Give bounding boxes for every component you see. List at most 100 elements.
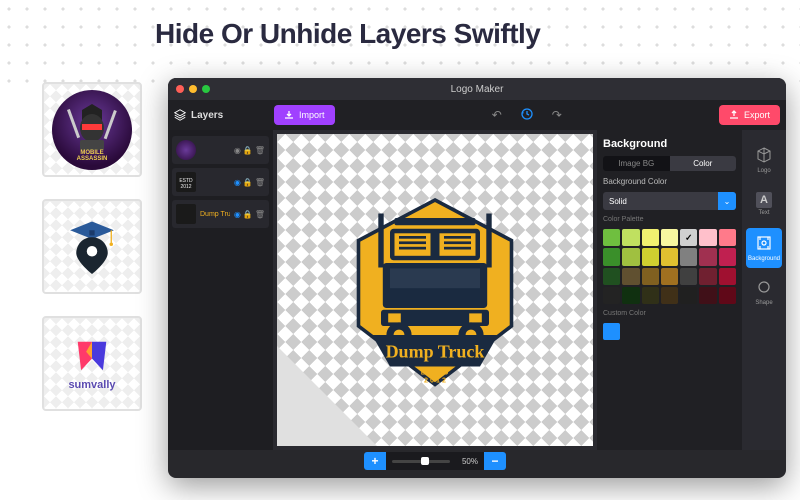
color-swatch[interactable] <box>719 268 736 285</box>
color-palette-grid <box>603 229 736 304</box>
thumb-sumvally: sumvally <box>42 316 142 411</box>
visibility-toggle-icon[interactable]: ◉ <box>234 146 241 155</box>
window-title: Logo Maker <box>451 84 504 95</box>
canvas-area[interactable]: Dump Truck E S T D 2 0 1 2 <box>273 130 597 450</box>
layers-icon <box>174 109 186 121</box>
lock-icon[interactable]: 🔒 <box>243 146 253 155</box>
undo-button[interactable]: ↶ <box>492 108 502 122</box>
layers-panel-title: Layers <box>191 110 223 121</box>
color-swatch[interactable] <box>642 287 659 304</box>
color-swatch[interactable] <box>680 248 697 265</box>
image-icon <box>756 235 772 254</box>
redo-button[interactable]: ↷ <box>552 108 562 122</box>
rtab-shape[interactable]: Shape <box>746 272 782 312</box>
canvas-fold-corner <box>277 346 377 446</box>
zoom-out-button[interactable]: − <box>484 452 506 470</box>
layer-item[interactable]: Dump Truck ◉ 🔒 🗑 <box>172 200 269 228</box>
rtab-text[interactable]: A Text <box>746 184 782 224</box>
canvas[interactable]: Dump Truck E S T D 2 0 1 2 <box>277 134 593 446</box>
import-icon <box>284 110 294 120</box>
background-panel: Background Image BG Color Background Col… <box>597 130 742 450</box>
color-swatch[interactable] <box>642 229 659 246</box>
import-label: Import <box>299 110 325 120</box>
color-swatch[interactable] <box>680 229 697 246</box>
hero-title: Hide Or Unhide Layers Swiftly <box>155 18 540 50</box>
rtab-background[interactable]: Background <box>746 228 782 268</box>
color-swatch[interactable] <box>719 287 736 304</box>
zoom-slider-thumb[interactable] <box>421 457 429 465</box>
color-swatch[interactable] <box>699 287 716 304</box>
export-label: Export <box>744 110 770 120</box>
rtab-label: Text <box>758 210 769 216</box>
color-swatch[interactable] <box>661 229 678 246</box>
color-swatch[interactable] <box>603 268 620 285</box>
color-swatch[interactable] <box>622 287 639 304</box>
thumb-assassin: MOBILEASSASSIN <box>42 82 142 177</box>
cube-icon <box>756 147 772 166</box>
fill-type-select[interactable]: Solid ⌄ <box>603 192 736 210</box>
delete-icon[interactable]: 🗑 <box>255 178 265 187</box>
text-icon: A <box>756 192 772 208</box>
chevron-down-icon: ⌄ <box>718 192 736 210</box>
layer-item[interactable]: ESTD2012 ◉ 🔒 🗑 <box>172 168 269 196</box>
color-swatch[interactable] <box>603 248 620 265</box>
panel-title: Background <box>603 138 736 150</box>
color-swatch[interactable] <box>622 229 639 246</box>
svg-text:2 0 1 2: 2 0 1 2 <box>424 376 446 385</box>
color-swatch[interactable] <box>622 248 639 265</box>
rtab-label: Logo <box>757 168 770 174</box>
delete-icon[interactable]: 🗑 <box>255 210 265 219</box>
lock-icon[interactable]: 🔒 <box>243 178 253 187</box>
thumb-sumvally-label: sumvally <box>68 379 115 391</box>
delete-icon[interactable]: 🗑 <box>255 146 265 155</box>
color-swatch[interactable] <box>642 248 659 265</box>
color-swatch[interactable] <box>661 268 678 285</box>
fill-type-value: Solid <box>609 197 627 206</box>
lock-icon[interactable]: 🔒 <box>243 210 253 219</box>
import-button[interactable]: Import <box>274 105 335 125</box>
color-swatch[interactable] <box>719 248 736 265</box>
color-swatch[interactable] <box>699 268 716 285</box>
rtab-label: Shape <box>755 300 772 306</box>
layer-item[interactable]: ◉ 🔒 🗑 <box>172 136 269 164</box>
custom-color-swatch[interactable] <box>603 323 620 340</box>
color-swatch[interactable] <box>661 287 678 304</box>
export-button[interactable]: Export <box>719 105 780 125</box>
thumb-assassin-line2: ASSASSIN <box>77 156 108 162</box>
rtab-label: Background <box>748 256 780 262</box>
visibility-toggle-icon[interactable]: ◉ <box>234 178 241 187</box>
zoom-slider[interactable] <box>386 452 456 470</box>
color-swatch[interactable] <box>661 248 678 265</box>
color-swatch[interactable] <box>699 229 716 246</box>
layers-panel-header: Layers <box>174 109 264 121</box>
visibility-toggle-icon[interactable]: ◉ <box>234 210 241 219</box>
rtab-logo[interactable]: Logo <box>746 140 782 180</box>
tab-color[interactable]: Color <box>670 156 737 171</box>
toolbar: Layers Import ↶ ↷ Export <box>168 100 786 130</box>
app-window: Logo Maker Layers Import ↶ ↷ Export <box>168 78 786 478</box>
color-swatch[interactable] <box>622 268 639 285</box>
tab-image-bg[interactable]: Image BG <box>603 156 670 171</box>
thumb-scholar <box>42 199 142 294</box>
layers-panel: ◉ 🔒 🗑 ESTD2012 ◉ 🔒 🗑 Dump Truck ◉ <box>168 130 273 450</box>
color-swatch[interactable] <box>719 229 736 246</box>
color-swatch[interactable] <box>699 248 716 265</box>
color-swatch[interactable] <box>603 229 620 246</box>
palette-label: Color Palette <box>603 216 736 223</box>
color-swatch[interactable] <box>642 268 659 285</box>
minimize-window-button[interactable] <box>189 85 197 93</box>
layer-label: Dump Truck <box>200 211 230 218</box>
bg-type-tabs: Image BG Color <box>603 156 736 171</box>
maximize-window-button[interactable] <box>202 85 210 93</box>
logo-title: Dump Truck <box>386 342 485 362</box>
zoom-in-button[interactable]: + <box>364 452 386 470</box>
export-icon <box>729 110 739 120</box>
zoom-value: 50% <box>456 452 484 470</box>
right-sidebar-tabs: Logo A Text Background Shape <box>742 130 786 450</box>
example-thumbnails: MOBILEASSASSIN sumvally <box>42 82 142 411</box>
color-swatch[interactable] <box>680 287 697 304</box>
color-swatch[interactable] <box>680 268 697 285</box>
close-window-button[interactable] <box>176 85 184 93</box>
history-button[interactable] <box>520 107 534 124</box>
color-swatch[interactable] <box>603 287 620 304</box>
